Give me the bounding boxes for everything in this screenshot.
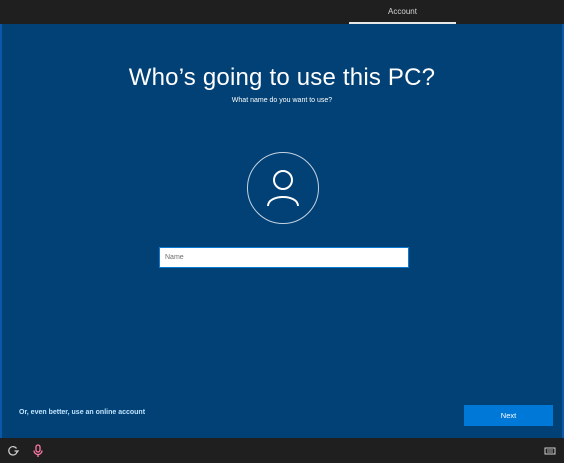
- name-input[interactable]: [159, 247, 409, 268]
- next-button[interactable]: Next: [464, 405, 553, 426]
- keyboard-icon[interactable]: [543, 444, 557, 458]
- page-title: Who’s going to use this PC?: [128, 64, 436, 91]
- person-icon: [267, 170, 299, 207]
- top-bar: Account: [0, 0, 564, 24]
- online-account-link[interactable]: Or, even better, use an online account: [19, 409, 145, 416]
- ease-of-access-icon[interactable]: [6, 444, 20, 458]
- setup-panel: Who’s going to use this PC? What name do…: [0, 24, 564, 438]
- user-avatar-icon: [247, 152, 319, 224]
- page-subtitle: What name do you want to use?: [231, 97, 333, 104]
- bottom-bar: [0, 438, 564, 463]
- microphone-icon[interactable]: [31, 444, 45, 458]
- tab-account[interactable]: Account: [349, 0, 456, 24]
